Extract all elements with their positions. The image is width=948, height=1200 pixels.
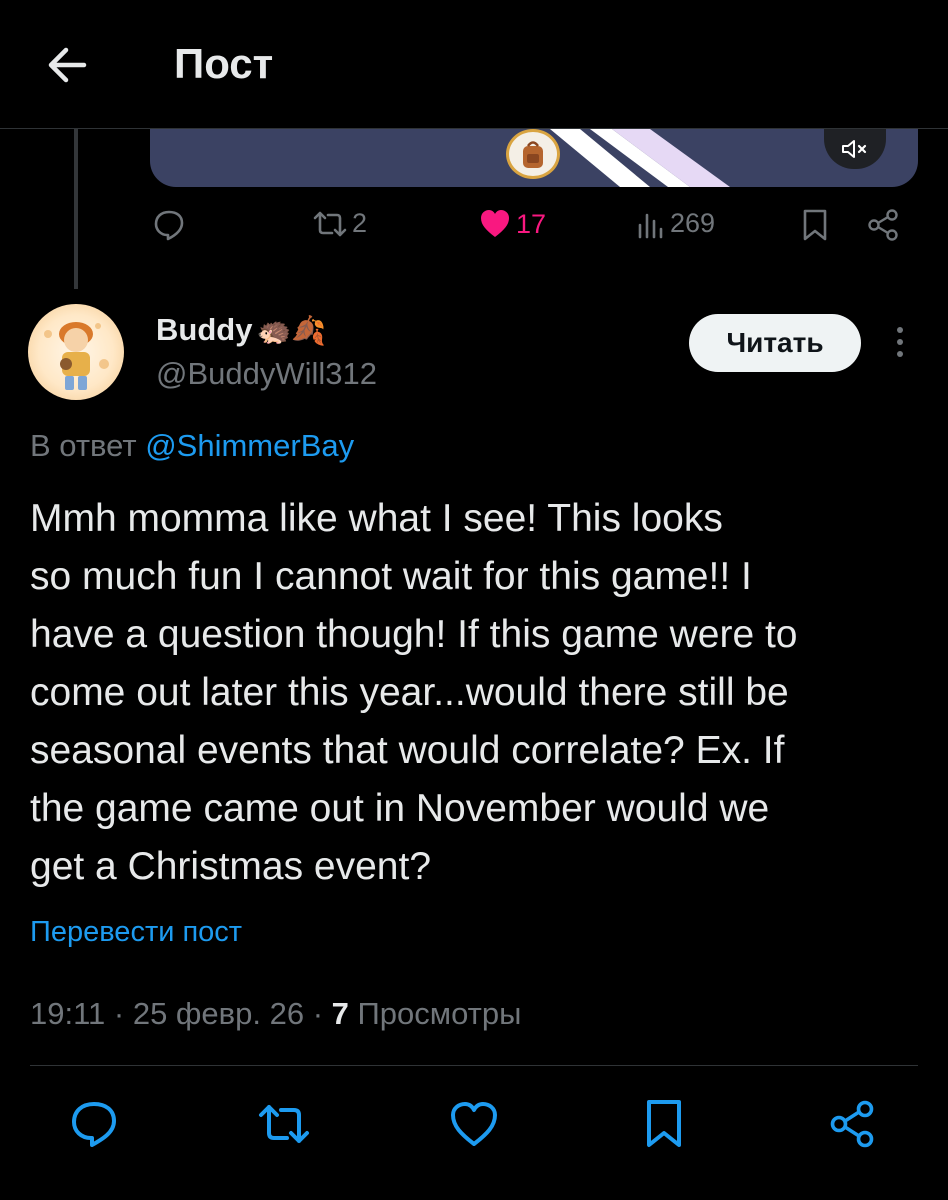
- page-title: Пост: [174, 40, 274, 87]
- top-bar: Пост: [0, 0, 948, 129]
- repost-icon: [313, 211, 347, 236]
- heart-icon: [481, 210, 509, 237]
- repost-icon: [259, 1105, 309, 1143]
- heart-icon: [451, 1102, 497, 1146]
- post-views-count[interactable]: 7: [332, 996, 349, 1031]
- like-count: 17: [516, 208, 547, 239]
- name-emoji: 🦔🍂: [256, 313, 327, 347]
- like-button[interactable]: [446, 1096, 502, 1152]
- mute-icon: [842, 140, 867, 158]
- repost-count: 2: [352, 208, 368, 238]
- like-button[interactable]: 17: [478, 208, 546, 240]
- repost-button[interactable]: [256, 1096, 312, 1152]
- follow-button[interactable]: Читать: [689, 314, 861, 372]
- reply-button[interactable]: [152, 208, 186, 242]
- backpack-icon: [506, 129, 560, 179]
- bookmark-icon: [803, 209, 827, 241]
- post-timestamp[interactable]: 19:11 · 25 февр. 26 ·: [30, 996, 332, 1031]
- post-text: Mmh momma like what I see! This looks so…: [30, 497, 798, 888]
- views-icon: [638, 213, 663, 238]
- views-count: 269: [670, 208, 716, 238]
- avatar[interactable]: [28, 304, 124, 400]
- share-icon: [868, 209, 898, 241]
- reply-mention-link[interactable]: @ShimmerBay: [145, 428, 354, 463]
- reply-prefix: В ответ: [30, 428, 137, 463]
- share-button[interactable]: [866, 208, 900, 242]
- reply-icon: [154, 210, 184, 241]
- previous-post-actions: 2 17 269: [0, 208, 948, 258]
- repost-button[interactable]: 2: [312, 208, 367, 239]
- share-icon: [830, 1100, 874, 1148]
- user-handle[interactable]: @BuddyWill312: [156, 356, 377, 392]
- bookmark-button[interactable]: [800, 208, 830, 242]
- bookmark-icon: [647, 1100, 681, 1147]
- display-name[interactable]: Buddy 🦔🍂: [156, 312, 326, 348]
- translate-post-link[interactable]: Перевести пост: [30, 916, 242, 949]
- share-button[interactable]: [824, 1096, 880, 1152]
- display-name-text: Buddy: [156, 312, 253, 347]
- post-action-bar: [0, 1096, 948, 1156]
- reply-icon: [72, 1102, 116, 1147]
- post-views-label: Просмотры: [348, 996, 522, 1031]
- video-media[interactable]: [150, 129, 918, 187]
- post-meta: 19:11 · 25 февр. 26 · 7 Просмотры: [30, 996, 521, 1032]
- arrow-left-icon[interactable]: [44, 42, 90, 88]
- reply-button[interactable]: [66, 1096, 122, 1152]
- bookmark-button[interactable]: [636, 1096, 692, 1152]
- reply-context: В ответ @ShimmerBay: [30, 428, 354, 464]
- more-vertical-icon[interactable]: [892, 324, 908, 364]
- divider: [30, 1065, 918, 1066]
- views-button[interactable]: 269: [636, 208, 715, 239]
